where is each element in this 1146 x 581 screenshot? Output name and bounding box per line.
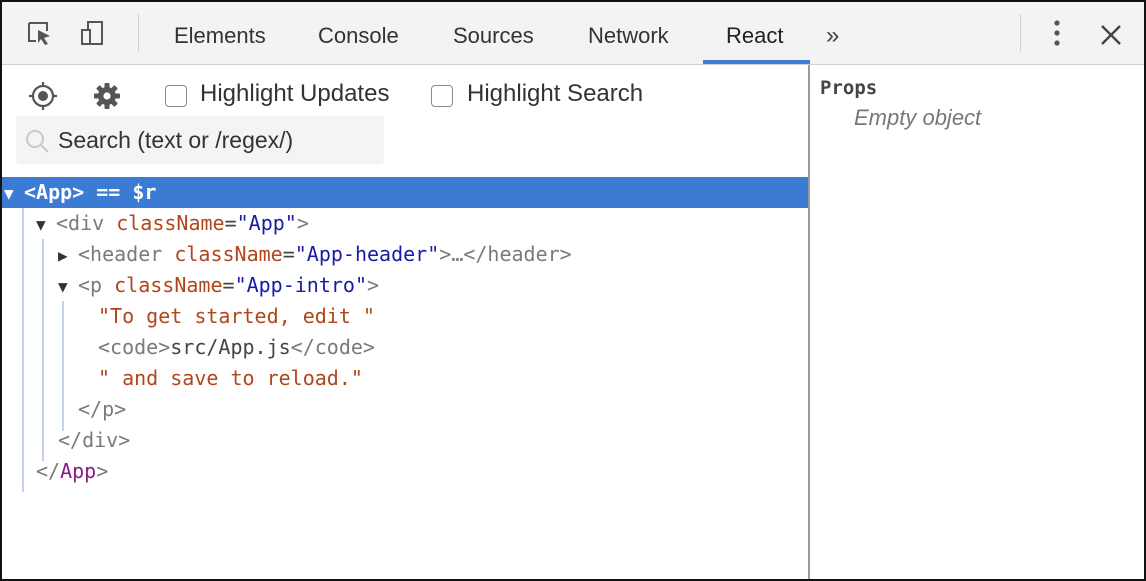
expanded-triangle-icon[interactable]: ▼ <box>36 209 56 240</box>
more-tabs-button[interactable]: » <box>826 2 839 64</box>
toolbar-separator <box>138 14 139 52</box>
more-vert-icon[interactable] <box>1047 18 1067 48</box>
highlight-updates-checkbox[interactable] <box>165 85 187 107</box>
tree-closing-app: </App> <box>36 459 109 483</box>
tree-guide-line <box>62 301 64 431</box>
props-title: Props <box>820 77 878 99</box>
toolbar-separator <box>1020 14 1021 52</box>
search-box <box>16 116 384 164</box>
close-icon[interactable] <box>1099 23 1123 47</box>
tree-closing-div: </div> <box>58 428 131 452</box>
tree-closing-p: </p> <box>78 397 127 421</box>
tree-node-app-selected[interactable]: ▼ <App> == $r <box>2 177 808 208</box>
expanded-triangle-icon[interactable]: ▼ <box>4 178 24 209</box>
props-sidebar: Props Empty object <box>810 65 1144 579</box>
device-toolbar-icon[interactable] <box>80 19 106 47</box>
highlight-updates-label: Highlight Updates <box>200 80 390 107</box>
gear-icon[interactable] <box>92 81 122 111</box>
component-tree-pane: Highlight Updates Highlight Search ▼<App… <box>2 65 808 579</box>
search-icon <box>26 130 49 153</box>
tab-react[interactable]: React <box>726 2 783 64</box>
active-tab-indicator <box>703 60 810 64</box>
highlight-search-label: Highlight Search <box>467 80 644 107</box>
tree-guide-line <box>22 208 24 492</box>
tree-text-node[interactable]: " and save to reload." <box>98 363 363 394</box>
collapsed-triangle-icon[interactable]: ▶ <box>58 240 78 271</box>
props-empty-text: Empty object <box>854 105 982 130</box>
devtools-window: Elements Console Sources Network React » <box>0 0 1146 581</box>
expanded-triangle-icon[interactable]: ▼ <box>58 271 78 302</box>
tree-node-p[interactable]: ▼ <p className="App-intro"> <box>58 270 379 301</box>
tree-node-div[interactable]: ▼ <div className="App"> <box>36 208 309 239</box>
tree-node-header[interactable]: ▶ <header className="App-header">…</heade… <box>58 239 572 270</box>
tree-text-node[interactable]: "To get started, edit " <box>98 301 375 332</box>
tree-guide-line <box>42 239 44 461</box>
search-input[interactable] <box>58 116 378 164</box>
inspect-icon[interactable] <box>26 19 52 47</box>
devtools-toolbar: Elements Console Sources Network React » <box>2 2 1144 65</box>
tab-network[interactable]: Network <box>588 2 669 64</box>
tab-sources[interactable]: Sources <box>453 2 534 64</box>
tree-node-code[interactable]: <code>src/App.js</code> <box>98 332 375 363</box>
tab-elements[interactable]: Elements <box>174 2 266 64</box>
tab-console[interactable]: Console <box>318 2 399 64</box>
highlight-search-checkbox[interactable] <box>431 85 453 107</box>
select-element-icon[interactable] <box>28 81 58 111</box>
